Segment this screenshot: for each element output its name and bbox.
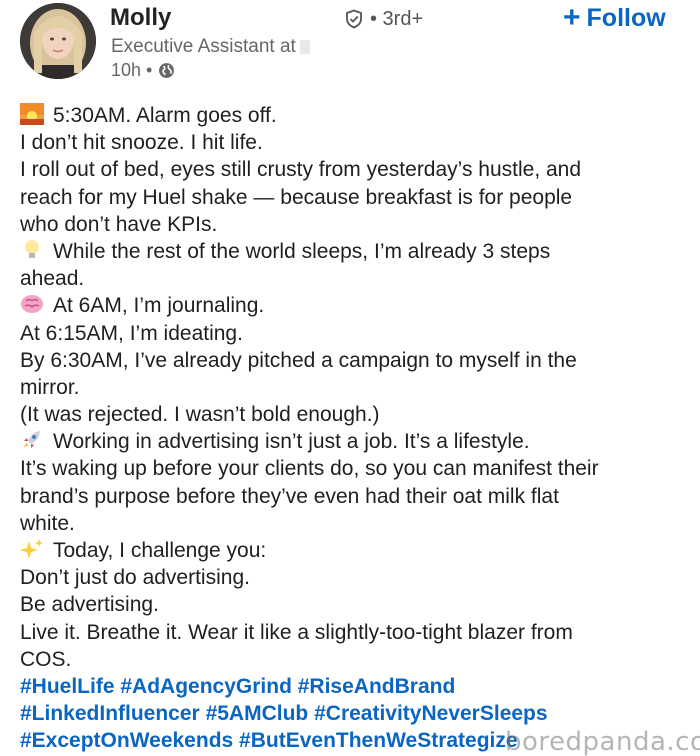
hashtag-link[interactable]: #HuelLife [20, 675, 115, 698]
post-line: I don’t hit snooze. I hit life. [20, 129, 690, 156]
post-line-text: COS. [20, 647, 72, 671]
post-line: white. [20, 510, 690, 537]
post-line: It’s waking up before your clients do, s… [20, 455, 690, 482]
plus-icon: + [563, 1, 581, 34]
post-line-text: At 6AM, I’m journaling. [53, 294, 265, 318]
avatar-photo [20, 3, 96, 79]
post-line: mirror. [20, 374, 690, 401]
post-line-text: Don’t just do advertising. [20, 566, 250, 590]
post-line-text: (It was rejected. I wasn’t bold enough.) [20, 403, 380, 427]
post-line: who don’t have KPIs. [20, 211, 690, 238]
profile-name[interactable]: Molly [110, 4, 171, 32]
post-line-text: ahead. [20, 267, 85, 291]
post-line: Don’t just do advertising. [20, 564, 690, 591]
post-line: Today, I challenge you: [20, 537, 690, 564]
watermark: boredpanda.com [505, 727, 700, 756]
hashtag-line: #HuelLife #AdAgencyGrind #RiseAndBrand [20, 673, 690, 700]
hashtag-link[interactable]: #ExceptOnWeekends [20, 729, 233, 752]
globe-icon [159, 63, 175, 78]
post-line-text: Live it. Breathe it. Wear it like a slig… [20, 620, 573, 644]
profile-headline: Executive Assistant at [111, 36, 310, 58]
hashtag-link[interactable]: #LinkedInfluencer [20, 702, 200, 725]
post-time: 10h • [111, 60, 153, 80]
follow-button[interactable]: + Follow [563, 3, 666, 33]
post-line: COS. [20, 646, 690, 673]
post-meta: 10h • [111, 60, 175, 81]
post-line-text: At 6:15AM, I’m ideating. [20, 321, 243, 345]
post-line-text: mirror. [20, 375, 80, 399]
follow-label: Follow [586, 3, 666, 32]
hashtag-line: #LinkedInfluencer #5AMClub #CreativityNe… [20, 700, 690, 727]
lightbulb-icon [20, 239, 44, 261]
hashtag-link[interactable]: #CreativityNeverSleeps [314, 702, 547, 725]
connection-degree: • 3rd+ [370, 8, 424, 30]
hashtag-link[interactable]: #ButEvenThenWeStrategize [239, 729, 518, 752]
post-body: 5:30AM. Alarm goes off. I don’t hit snooz… [20, 102, 690, 755]
post-line: Working in advertising isn’t just a job.… [20, 428, 690, 455]
hashtag-link[interactable]: #AdAgencyGrind [120, 675, 292, 698]
post-text: 5:30AM. Alarm goes off. I don’t hit snooz… [20, 102, 690, 673]
post-line-text: Be advertising. [20, 593, 159, 617]
post-line: At 6AM, I’m journaling. [20, 292, 690, 319]
post-line-text: I roll out of bed, eyes still crusty fro… [20, 158, 582, 182]
post-line: (It was rejected. I wasn’t bold enough.) [20, 401, 690, 428]
post-line-text: Today, I challenge you: [53, 539, 267, 562]
hashtag-link[interactable]: #RiseAndBrand [298, 675, 456, 698]
rocket-icon [20, 429, 44, 451]
sparkles-icon [20, 538, 44, 560]
headline-text: Executive Assistant at [111, 36, 296, 57]
post-line: By 6:30AM, I’ve already pitched a campai… [20, 347, 690, 374]
post-line: Be advertising. [20, 591, 690, 618]
post-line-text: who don’t have KPIs. [20, 212, 218, 236]
post-line: Live it. Breathe it. Wear it like a slig… [20, 619, 690, 646]
post-line-text: While the rest of the world sleeps, I’m … [53, 239, 551, 263]
post-line-text: By 6:30AM, I’ve already pitched a campai… [20, 348, 577, 372]
post-line: While the rest of the world sleeps, I’m … [20, 238, 690, 265]
post-line-text: I don’t hit snooze. I hit life. [20, 131, 263, 155]
post-line: ahead. [20, 265, 690, 292]
post-line-text: reach for my Huel shake — because breakf… [20, 185, 573, 209]
post-header: Molly • 3rd+ + Follow Executive Assistan… [0, 0, 700, 95]
redacted-company [299, 39, 310, 54]
hashtag-link[interactable]: #5AMClub [206, 702, 309, 725]
verified-shield-icon [346, 9, 362, 29]
post-line-text: Working in advertising isn’t just a job.… [53, 430, 530, 454]
post-line: brand’s purpose before they’ve even had … [20, 483, 690, 510]
avatar[interactable] [20, 3, 96, 79]
post-line-text: 5:30AM. Alarm goes off. [53, 104, 277, 127]
post-line: reach for my Huel shake — because breakf… [20, 184, 690, 211]
brain-icon [20, 293, 44, 315]
post-line-text: It’s waking up before your clients do, s… [20, 457, 599, 481]
post-line-text: brand’s purpose before they’ve even had … [20, 484, 559, 508]
sunrise-icon [20, 103, 44, 125]
post-line: 5:30AM. Alarm goes off. [20, 102, 690, 129]
post-line: I roll out of bed, eyes still crusty fro… [20, 156, 690, 183]
post-line-text: white. [20, 511, 75, 535]
post-line: At 6:15AM, I’m ideating. [20, 320, 690, 347]
